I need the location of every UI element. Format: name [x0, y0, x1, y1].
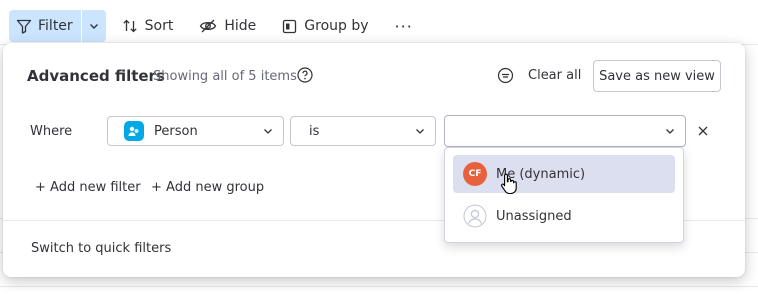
operator-select[interactable]: is — [290, 116, 436, 146]
option-label: Unassigned — [496, 208, 572, 224]
hide-button[interactable]: Hide — [199, 18, 256, 34]
filter-button-group: Filter — [9, 10, 106, 42]
value-select[interactable] — [444, 115, 686, 147]
dropdown-option-unassigned[interactable]: Unassigned — [453, 197, 675, 235]
person-column-icon — [124, 121, 144, 141]
group-by-icon — [283, 19, 297, 33]
eye-off-icon — [200, 19, 217, 33]
sort-icon — [123, 19, 137, 33]
group-by-button[interactable]: Group by — [282, 18, 369, 34]
chevron-down-icon — [89, 24, 98, 29]
board-toolbar: Filter Sort Hide Group by ··· — [9, 10, 413, 42]
switch-to-quick-filters-link[interactable]: Switch to quick filters — [31, 241, 171, 256]
hide-label: Hide — [224, 18, 257, 34]
filter-options-chevron[interactable] — [80, 10, 106, 42]
chevron-down-icon — [416, 129, 424, 134]
avatar: CF — [463, 162, 487, 186]
where-label: Where — [30, 124, 73, 139]
value-dropdown-menu: CF Me (dynamic) Unassigned — [444, 147, 684, 243]
sort-label: Sort — [144, 18, 174, 34]
items-count-text: Showing all of 5 items — [153, 69, 297, 84]
column-select[interactable]: Person — [107, 116, 284, 146]
filter-icon — [16, 19, 32, 34]
panel-title: Advanced filters — [27, 67, 165, 85]
unassigned-avatar-icon — [463, 204, 487, 228]
chevron-down-icon — [264, 129, 272, 134]
save-as-new-view-button[interactable]: Save as new view — [593, 60, 721, 92]
group-by-label: Group by — [304, 18, 369, 34]
operator-select-value: is — [309, 123, 320, 139]
clear-all-button[interactable]: Clear all — [528, 68, 581, 83]
add-new-filter-button[interactable]: + Add new filter — [35, 180, 141, 195]
clear-all-icon[interactable] — [497, 67, 514, 84]
add-new-group-button[interactable]: + Add new group — [151, 180, 264, 195]
remove-filter-icon[interactable] — [697, 125, 709, 137]
column-select-value: Person — [154, 123, 198, 139]
filter-button[interactable]: Filter — [9, 10, 81, 42]
sort-button[interactable]: Sort — [122, 18, 174, 34]
hand-pointer-cursor-icon — [501, 173, 517, 194]
chevron-down-icon — [666, 129, 674, 134]
dropdown-option-me[interactable]: CF Me (dynamic) — [453, 155, 675, 193]
help-icon[interactable] — [297, 67, 313, 83]
more-options-button[interactable]: ··· — [395, 17, 413, 36]
filter-label: Filter — [38, 18, 73, 34]
